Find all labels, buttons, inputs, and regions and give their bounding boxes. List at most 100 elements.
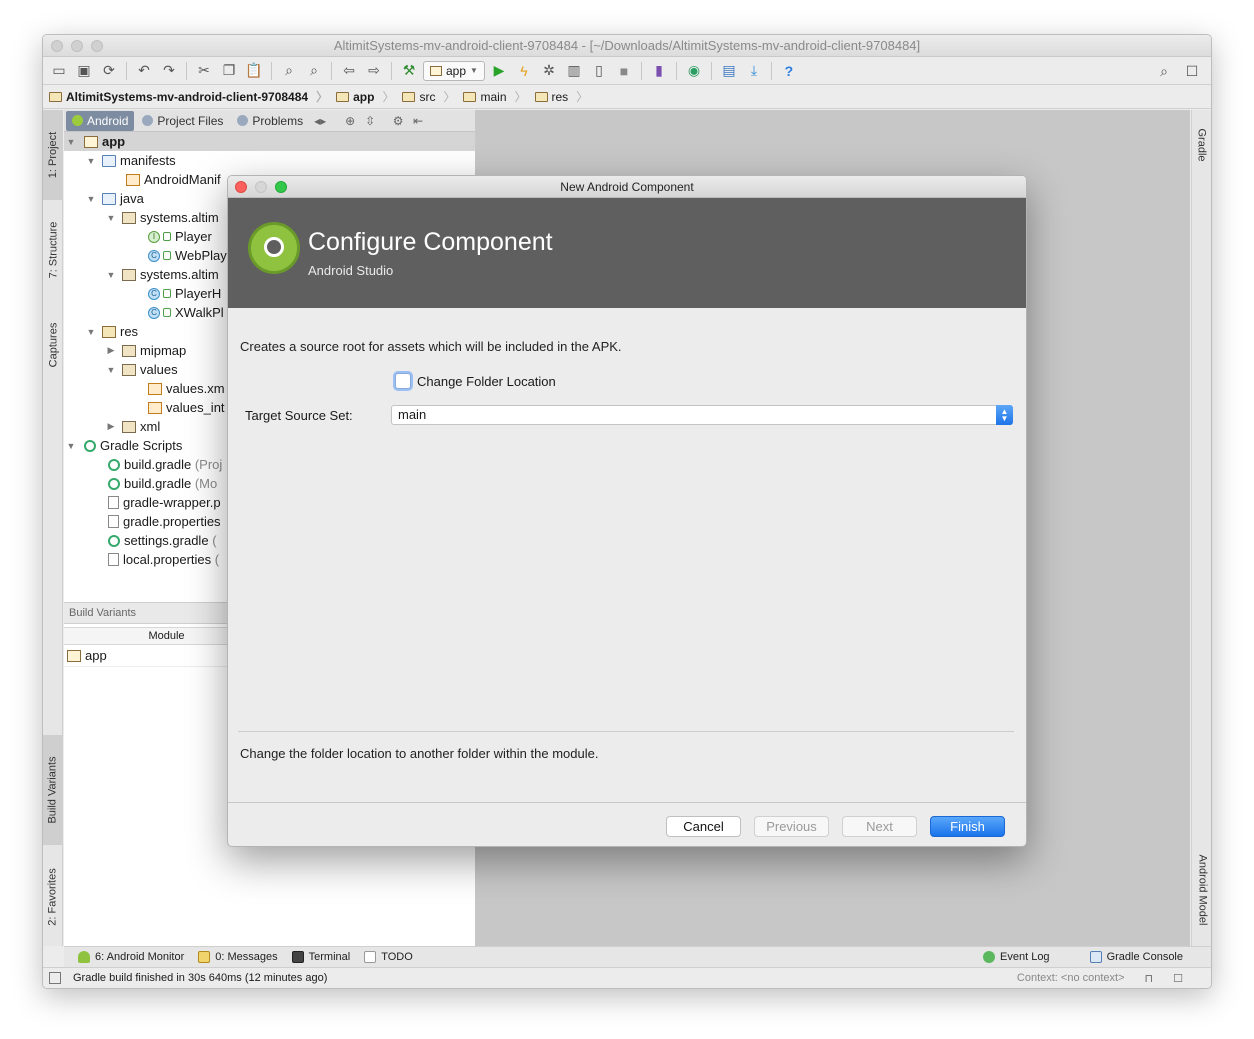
lock-icon bbox=[163, 289, 171, 298]
project-structure-icon[interactable]: ▤ bbox=[718, 60, 740, 82]
toolbar-divider bbox=[640, 61, 642, 80]
tool-tab-structure[interactable]: 7: Structure bbox=[43, 205, 63, 295]
lock-icon[interactable]: ⊓ bbox=[1145, 972, 1154, 985]
open-icon[interactable]: ▭ bbox=[48, 60, 70, 82]
res-folder-icon bbox=[102, 325, 116, 338]
chevron-right-icon: 〉 bbox=[382, 90, 395, 104]
tab-problems[interactable]: Problems bbox=[231, 111, 309, 131]
chevron-down-icon: ▼ bbox=[470, 66, 478, 75]
android-icon bbox=[78, 951, 90, 963]
tool-tab-build-variants[interactable]: Build Variants bbox=[43, 735, 63, 845]
properties-file-icon bbox=[108, 553, 119, 566]
undo-icon[interactable]: ↶ bbox=[133, 60, 155, 82]
next-button[interactable]: Next bbox=[842, 816, 917, 837]
avd-manager-icon[interactable]: ▮ bbox=[648, 60, 670, 82]
attach-debugger-icon[interactable]: ▯ bbox=[588, 60, 610, 82]
breadcrumb-item[interactable]: src 〉 bbox=[402, 88, 463, 105]
search-icon[interactable]: ⌕ bbox=[1153, 60, 1175, 82]
expand-arrow-icon[interactable]: ▼ bbox=[104, 365, 118, 375]
tool-tab-messages[interactable]: 0: Messages bbox=[198, 951, 278, 963]
forward-icon[interactable]: ⇨ bbox=[363, 60, 385, 82]
run-config-label: app bbox=[446, 63, 467, 78]
replace-icon[interactable]: ⌕ bbox=[303, 60, 325, 82]
expand-arrow-icon[interactable]: ▼ bbox=[64, 441, 78, 451]
run-config-select[interactable]: app ▼ bbox=[423, 60, 485, 81]
properties-file-icon bbox=[108, 496, 119, 509]
expand-arrow-icon[interactable]: ▼ bbox=[84, 194, 98, 204]
toggle-tool-windows-icon[interactable] bbox=[49, 972, 61, 984]
tool-tab-event-log[interactable]: Event Log bbox=[983, 951, 1050, 963]
back-icon[interactable]: ⇦ bbox=[338, 60, 360, 82]
tree-item-app[interactable]: ▼ app bbox=[64, 132, 475, 151]
module-icon bbox=[84, 135, 98, 148]
expand-arrow-icon[interactable]: ▶ bbox=[104, 345, 118, 356]
previous-button[interactable]: Previous bbox=[754, 816, 829, 837]
tab-android[interactable]: Android bbox=[66, 110, 135, 131]
component-description: Creates a source root for assets which w… bbox=[240, 339, 622, 354]
tree-item-manifests[interactable]: ▼ manifests bbox=[64, 151, 475, 170]
package-icon bbox=[122, 268, 136, 281]
target-source-set-select[interactable]: main ▲ ▼ bbox=[391, 405, 1013, 425]
stop-icon[interactable]: ■ bbox=[613, 60, 635, 82]
expand-arrow-icon[interactable]: ▼ bbox=[104, 270, 118, 280]
breadcrumb-item[interactable]: AltimitSystems-mv-android-client-9708484… bbox=[49, 88, 336, 105]
change-folder-location-row[interactable]: Change Folder Location bbox=[395, 373, 556, 389]
status-context: Context: <no context> bbox=[1016, 971, 1125, 984]
breadcrumb-item[interactable]: app 〉 bbox=[336, 88, 402, 105]
apply-changes-icon[interactable]: ϟ bbox=[513, 60, 535, 82]
status-message[interactable]: Gradle build finished in 30s 640ms (12 m… bbox=[73, 972, 327, 984]
expand-arrow-icon[interactable]: ▼ bbox=[64, 137, 78, 147]
sdk-manager-icon[interactable]: ⤓ bbox=[743, 60, 765, 82]
scroll-tabs-icon[interactable]: ◂▸ bbox=[311, 114, 329, 128]
hide-panel-icon[interactable]: ⇤ bbox=[409, 114, 427, 128]
cancel-button[interactable]: Cancel bbox=[666, 816, 741, 837]
tool-tab-project[interactable]: 1: Project bbox=[43, 110, 63, 200]
banner-subtitle: Android Studio bbox=[308, 263, 394, 278]
change-folder-location-label[interactable]: Change Folder Location bbox=[417, 374, 556, 389]
tool-tab-todo[interactable]: TODO bbox=[364, 951, 413, 963]
folder-icon bbox=[402, 91, 416, 102]
run-icon[interactable]: ▶ bbox=[488, 60, 510, 82]
save-icon[interactable]: ▣ bbox=[73, 60, 95, 82]
toolbar-divider bbox=[186, 61, 187, 80]
tool-tab-android-model[interactable]: Android Model bbox=[1192, 840, 1211, 940]
find-icon[interactable]: ⌕ bbox=[278, 60, 300, 82]
expand-arrow-icon[interactable]: ▼ bbox=[84, 156, 98, 166]
tool-tab-favorites[interactable]: 2: Favorites bbox=[43, 852, 63, 942]
copy-icon[interactable]: ❐ bbox=[218, 60, 240, 82]
dialog-banner: Configure Component Android Studio bbox=[228, 198, 1026, 308]
change-folder-location-checkbox[interactable] bbox=[395, 373, 411, 389]
breadcrumb-label: src bbox=[419, 89, 436, 104]
tool-tab-android-monitor[interactable]: 6: Android Monitor bbox=[78, 951, 184, 963]
collapse-all-icon[interactable]: ⇳ bbox=[361, 114, 379, 128]
debug-icon[interactable]: ✲ bbox=[538, 60, 560, 82]
finish-button[interactable]: Finish bbox=[930, 816, 1005, 837]
profile-icon[interactable]: ▥ bbox=[563, 60, 585, 82]
expand-arrow-icon[interactable]: ▶ bbox=[104, 421, 118, 432]
lock-icon bbox=[163, 232, 171, 241]
breadcrumb-item[interactable]: main 〉 bbox=[463, 88, 534, 105]
project-folder-icon bbox=[49, 91, 62, 102]
scroll-from-source-icon[interactable]: ⊕ bbox=[341, 114, 359, 128]
paste-icon[interactable]: 📋 bbox=[243, 60, 265, 82]
select-arrows-icon[interactable]: ▲ ▼ bbox=[996, 405, 1013, 425]
breadcrumb-item[interactable]: res 〉 bbox=[534, 88, 597, 105]
tab-project-files[interactable]: Project Files bbox=[136, 111, 229, 131]
chevron-right-icon: 〉 bbox=[443, 90, 456, 104]
toolbar-divider bbox=[675, 61, 677, 80]
notifications-icon[interactable]: ☐ bbox=[1173, 972, 1183, 985]
tool-tab-gradle-console[interactable]: Gradle Console bbox=[1089, 951, 1183, 963]
expand-arrow-icon[interactable]: ▼ bbox=[104, 213, 118, 223]
help-icon[interactable]: ? bbox=[778, 60, 800, 82]
expand-arrow-icon[interactable]: ▼ bbox=[84, 327, 98, 337]
user-icon[interactable]: ☐ bbox=[1181, 60, 1203, 82]
cut-icon[interactable]: ✂ bbox=[193, 60, 215, 82]
redo-icon[interactable]: ↷ bbox=[158, 60, 180, 82]
build-hammer-icon[interactable]: ⚒ bbox=[398, 60, 420, 82]
sync-icon[interactable]: ⟳ bbox=[98, 60, 120, 82]
gradle-sync-icon[interactable]: ◉ bbox=[683, 60, 705, 82]
tool-tab-gradle[interactable]: Gradle bbox=[1192, 115, 1211, 175]
tool-tab-captures[interactable]: Captures bbox=[43, 305, 63, 385]
tool-tab-terminal[interactable]: Terminal bbox=[291, 951, 350, 963]
gear-icon[interactable]: ⚙ bbox=[389, 114, 407, 128]
